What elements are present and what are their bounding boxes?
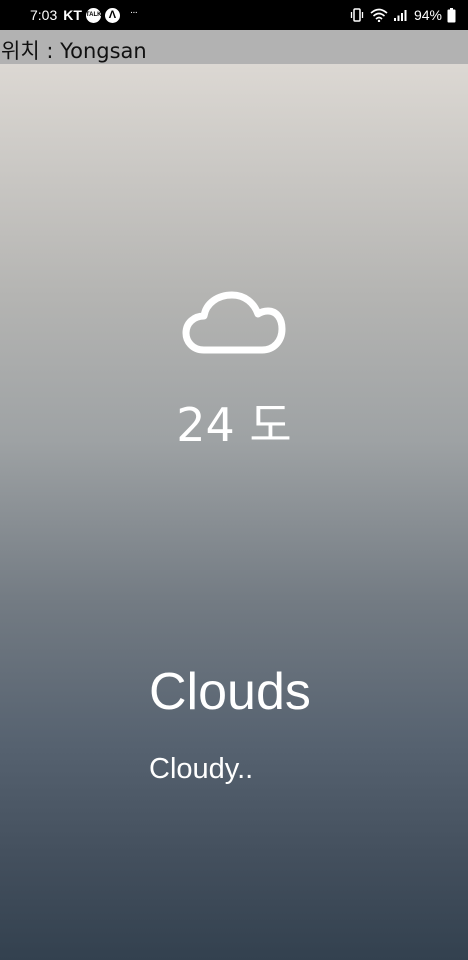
- phone-screen: 7:03 KT TALK Λ ··· 94% 위치: Yongsan 24 도…: [0, 0, 468, 960]
- signal-icon: [393, 8, 409, 22]
- battery-icon: [447, 7, 456, 23]
- weather-panel: 24 도 Clouds Cloudy..: [0, 64, 468, 960]
- weather-condition: Clouds: [149, 663, 311, 721]
- battery-percent: 94%: [413, 7, 442, 23]
- talk-icon: TALK: [85, 7, 101, 23]
- status-carrier: KT: [63, 7, 82, 23]
- status-left: 7:03 KT TALK Λ ···: [30, 6, 138, 24]
- vibrate-icon: [349, 8, 365, 22]
- temperature-label: 24 도: [176, 398, 292, 452]
- status-time: 7:03: [30, 7, 58, 23]
- weather-description: Cloudy..: [149, 753, 254, 785]
- cloud-icon: [182, 290, 286, 356]
- wifi-icon: [370, 8, 388, 22]
- status-bar: 7:03 KT TALK Λ ··· 94%: [0, 0, 468, 30]
- more-notifications-icon: ···: [129, 6, 138, 18]
- status-right: 94%: [349, 7, 456, 23]
- a-icon: Λ: [104, 7, 120, 23]
- app-header: 위치 : Yongsan: [0, 30, 468, 64]
- location-label: 위치 : Yongsan: [1, 39, 147, 63]
